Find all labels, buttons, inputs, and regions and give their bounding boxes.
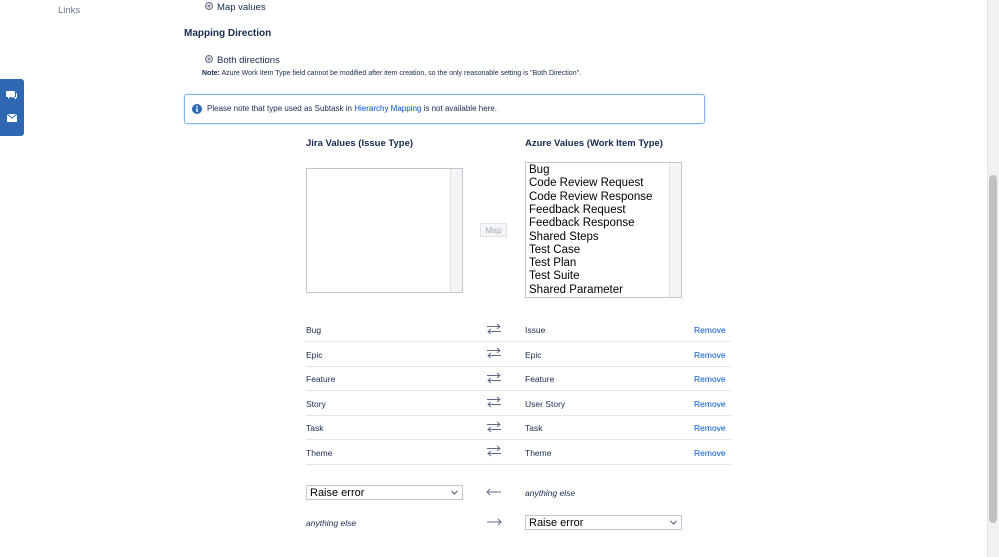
hierarchy-mapping-link[interactable]: Hierarchy Mapping: [354, 104, 421, 113]
bidirectional-arrows-icon: [487, 445, 501, 457]
jira-anything-else-label: anything else: [306, 518, 357, 528]
azure-values-title: Azure Values (Work Item Type): [525, 138, 663, 149]
page-scrollbar-thumb[interactable]: [989, 175, 997, 523]
info-text: Please note that type used as Subtask in…: [207, 104, 497, 113]
azure-option[interactable]: Feedback Response: [529, 217, 634, 230]
azure-option[interactable]: Feedback Request: [529, 204, 626, 217]
remove-mapping-link[interactable]: Remove: [694, 448, 726, 458]
mapping-jira-value: Task: [306, 423, 324, 433]
chat-icon[interactable]: [6, 89, 18, 101]
remove-mapping-link[interactable]: Remove: [694, 374, 726, 384]
row-divider: [306, 390, 731, 391]
azure-option[interactable]: Shared Parameter: [529, 284, 623, 297]
mapping-azure-value: Epic: [525, 350, 542, 360]
row-divider: [306, 341, 731, 342]
chevron-down-icon: [670, 520, 677, 525]
info-icon: [192, 104, 202, 114]
map-values-radio[interactable]: [205, 2, 213, 10]
remove-mapping-link[interactable]: Remove: [694, 350, 726, 360]
azure-option[interactable]: Bug: [529, 164, 549, 177]
info-text-before: Please note that type used as Subtask in: [207, 104, 352, 113]
azure-option[interactable]: Test Case: [529, 244, 580, 257]
chevron-down-icon: [451, 490, 458, 495]
floating-help-widget: [0, 79, 24, 136]
note-text: Azure Work Item Type field cannot be mod…: [221, 70, 582, 77]
bidirectional-arrows-icon: [487, 323, 501, 335]
mapping-azure-value: User Story: [525, 399, 566, 409]
mapping-azure-value: Feature: [525, 374, 555, 384]
azure-listbox-scrollbar[interactable]: [669, 163, 681, 297]
info-text-after: is not available here.: [423, 104, 497, 113]
azure-option[interactable]: Code Review Request: [529, 177, 643, 190]
info-message: Please note that type used as Subtask in…: [184, 94, 705, 124]
azure-fallback-select-value: Raise error: [529, 517, 584, 529]
jira-fallback-select-value: Raise error: [310, 487, 365, 499]
arrow-left-icon: [486, 488, 501, 496]
note-prefix: Note:: [202, 70, 220, 77]
azure-anything-else-label: anything else: [525, 488, 576, 498]
bidirectional-arrows-icon: [487, 372, 501, 384]
remove-mapping-link[interactable]: Remove: [694, 325, 726, 335]
row-divider: [306, 464, 731, 465]
mapping-azure-value: Task: [525, 423, 543, 433]
jira-values-title: Jira Values (Issue Type): [306, 138, 414, 149]
bidirectional-arrows-icon: [487, 396, 501, 408]
sidebar-links-item[interactable]: Links: [58, 5, 80, 16]
bidirectional-arrows-icon: [487, 421, 501, 433]
azure-values-listbox[interactable]: Bug Code Review Request Code Review Resp…: [525, 162, 682, 298]
mapping-jira-value: Feature: [306, 374, 336, 384]
row-divider: [306, 439, 731, 440]
mapping-jira-value: Epic: [306, 350, 323, 360]
mapping-note: Note: Azure Work Item Type field cannot …: [202, 70, 581, 77]
mapping-jira-value: Story: [306, 399, 326, 409]
map-values-label: Map values: [217, 2, 266, 13]
azure-option[interactable]: Shared Steps: [529, 231, 599, 244]
mapping-direction-title: Mapping Direction: [184, 28, 272, 39]
jira-listbox-scrollbar[interactable]: [450, 169, 462, 292]
azure-option[interactable]: Code Review Response: [529, 191, 652, 204]
mapping-azure-value: Theme: [525, 448, 552, 458]
row-divider: [306, 366, 731, 367]
map-button[interactable]: Map: [480, 223, 507, 237]
jira-fallback-select[interactable]: Raise error: [306, 485, 463, 500]
both-directions-label: Both directions: [217, 55, 280, 66]
both-directions-radio[interactable]: [205, 55, 213, 63]
bidirectional-arrows-icon: [487, 347, 501, 359]
envelope-icon[interactable]: [6, 112, 18, 124]
mapping-jira-value: Theme: [306, 448, 333, 458]
remove-mapping-link[interactable]: Remove: [694, 399, 726, 409]
mapping-jira-value: Bug: [306, 325, 322, 335]
arrow-right-icon: [487, 518, 502, 526]
azure-option[interactable]: Test Plan: [529, 257, 576, 270]
jira-values-listbox[interactable]: [306, 168, 463, 293]
azure-option[interactable]: Test Suite: [529, 270, 580, 283]
mapping-azure-value: Issue: [525, 325, 546, 335]
row-divider: [306, 415, 731, 416]
remove-mapping-link[interactable]: Remove: [694, 423, 726, 433]
azure-fallback-select[interactable]: Raise error: [525, 515, 682, 530]
